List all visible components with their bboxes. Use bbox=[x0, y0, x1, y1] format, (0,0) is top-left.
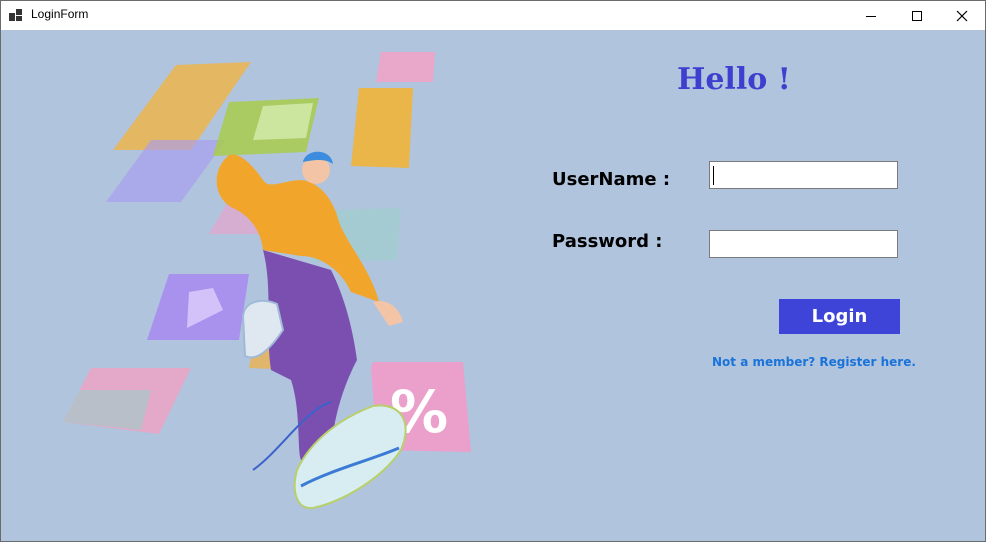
close-button[interactable] bbox=[939, 1, 985, 30]
window-title: LoginForm bbox=[31, 7, 89, 21]
username-field[interactable] bbox=[709, 161, 898, 189]
minimize-button[interactable] bbox=[848, 1, 894, 30]
app-form-icon bbox=[9, 9, 22, 21]
login-button[interactable]: Login bbox=[779, 299, 900, 334]
minimize-icon bbox=[866, 15, 876, 17]
username-label: UserName : bbox=[552, 169, 671, 190]
close-icon bbox=[956, 10, 968, 21]
register-link[interactable]: Not a member? Register here. bbox=[712, 355, 916, 369]
login-window: LoginForm % Hello ! UserName: Password … bbox=[0, 0, 986, 542]
greeting-title: Hello ! bbox=[677, 62, 791, 97]
maximize-icon bbox=[912, 10, 922, 21]
password-label: Password : bbox=[552, 231, 663, 252]
password-field[interactable] bbox=[709, 230, 898, 258]
title-bar[interactable]: LoginForm bbox=[1, 1, 985, 30]
text-caret bbox=[713, 166, 714, 185]
form-client-area: % Hello ! UserName : Password : Login No… bbox=[1, 30, 985, 541]
maximize-button[interactable] bbox=[894, 1, 940, 30]
shopping-person-illustration: % bbox=[63, 52, 471, 510]
